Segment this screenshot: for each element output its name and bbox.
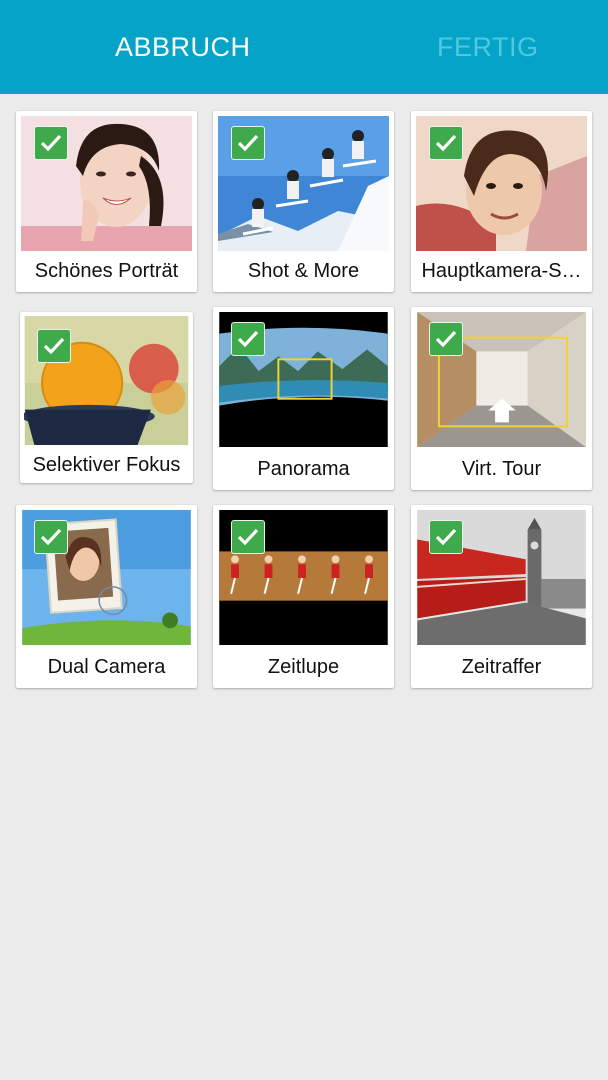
- mode-label: Dual Camera: [47, 656, 166, 678]
- mode-label: Schönes Porträt: [34, 260, 179, 282]
- mode-card-beauty-portrait[interactable]: Schönes Porträt: [16, 111, 197, 292]
- cancel-button[interactable]: ABBRUCH: [27, 0, 331, 94]
- mode-card-virtual-tour[interactable]: Virt. Tour: [411, 307, 592, 490]
- top-action-bar: ABBRUCH FERTIG: [0, 0, 608, 94]
- mode-card-selective-focus[interactable]: Selektiver Fokus: [20, 312, 193, 483]
- mode-label: Selektiver Fokus: [32, 453, 181, 476]
- checked-checkbox-icon[interactable]: [231, 322, 265, 356]
- mode-card-dual-camera[interactable]: Dual Camera: [16, 505, 197, 688]
- checked-checkbox-icon[interactable]: [34, 126, 68, 160]
- mode-label: Zeitraffer: [461, 656, 542, 678]
- checked-checkbox-icon[interactable]: [429, 520, 463, 554]
- mode-card-slow-motion[interactable]: Zeitlupe: [213, 505, 394, 688]
- checked-checkbox-icon[interactable]: [37, 329, 71, 363]
- mode-label: Shot & More: [247, 260, 360, 282]
- checked-checkbox-icon[interactable]: [34, 520, 68, 554]
- mode-label: Panorama: [257, 458, 350, 480]
- checked-checkbox-icon[interactable]: [231, 520, 265, 554]
- checked-checkbox-icon[interactable]: [429, 126, 463, 160]
- checked-checkbox-icon[interactable]: [231, 126, 265, 160]
- mode-card-selfie[interactable]: Hauptkamera-S…: [411, 111, 592, 292]
- mode-label: Hauptkamera-S…: [421, 260, 582, 282]
- mode-label: Zeitlupe: [267, 656, 340, 678]
- mode-card-hyperlapse[interactable]: Zeitraffer: [411, 505, 592, 688]
- mode-card-panorama[interactable]: Panorama: [213, 307, 394, 490]
- mode-card-shot-and-more[interactable]: Shot & More: [213, 111, 394, 292]
- done-button[interactable]: FERTIG: [304, 0, 608, 94]
- checked-checkbox-icon[interactable]: [429, 322, 463, 356]
- mode-label: Virt. Tour: [461, 458, 542, 480]
